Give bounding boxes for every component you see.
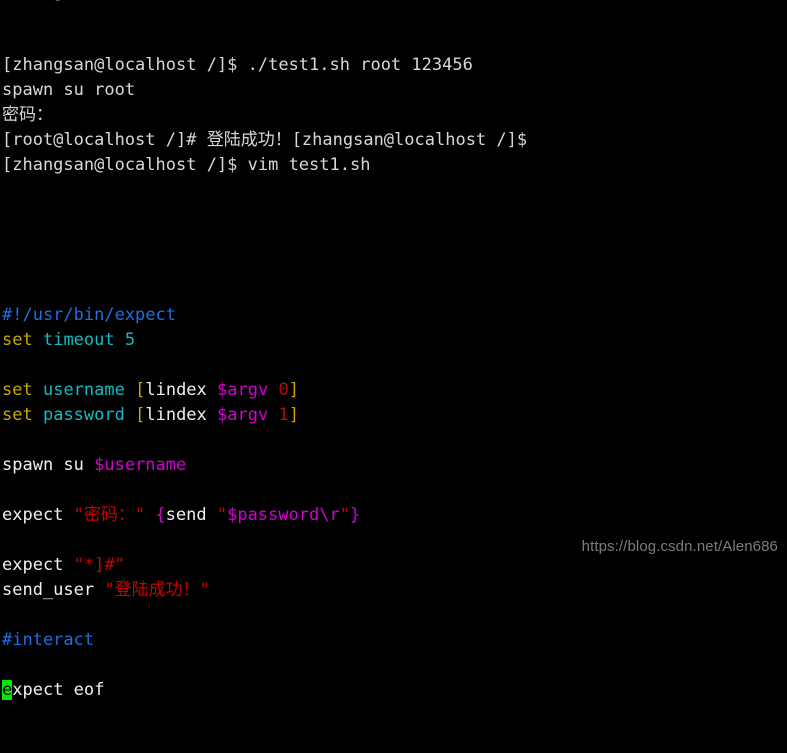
script-line[interactable]: set timeout 5 [0,328,787,353]
terminal-output-line: [zhangsan@localhost /]$ vim test1.sh [2,155,371,175]
code-token: set [2,405,33,425]
terminal-rows: [zhangsan@localhost /]$ ./test1.sh root … [0,3,787,753]
script-line[interactable] [0,428,787,453]
spacer-row [0,228,787,253]
script-line[interactable]: expect "密码：" {send "$password\r"} [0,503,787,528]
terminal-output-line: [root@localhost /]# 登陆成功！[zhangsan@local… [2,130,528,150]
code-token: " [339,505,350,525]
code-token: "密码：" [73,505,146,525]
code-token: [ [135,405,146,425]
code-token: ] [288,380,299,400]
script-line[interactable] [0,653,787,678]
code-token: xpect eof [12,680,105,700]
code-token: " [216,505,228,525]
code-token: $password [227,505,320,525]
shell-session-output: [zhangsan@localhost /]$ ./test1.sh root … [0,53,787,178]
terminal-output-line: 密码： [2,105,53,125]
script-line[interactable] [0,353,787,378]
code-token: { [155,505,166,525]
code-token: #!/usr/bin/expect [2,305,176,325]
script-line[interactable]: #interact [0,628,787,653]
vim-script-buffer[interactable]: #!/usr/bin/expect set timeout 5 set usern… [0,303,787,703]
code-token: "登陆成功！" [104,580,210,600]
script-line[interactable] [0,603,787,628]
code-token: \r [319,505,340,525]
terminal-output-line: spawn su root [2,80,136,100]
code-token: $argv [217,380,269,400]
code-token: set [2,330,33,350]
script-line[interactable]: set username [lindex $argv 0] [0,378,787,403]
script-line[interactable] [0,478,787,503]
code-token: expect [2,505,74,525]
code-token: send_user [2,580,105,600]
text-cursor: e [2,680,13,700]
code-token: } [349,505,361,525]
terminal-window[interactable]: [zhangsan@localhost /]$ clear [zhangsan@… [0,0,787,700]
code-token: "*]#" [73,555,125,575]
code-token: 1 [278,405,289,425]
code-token: password [42,405,125,425]
script-line[interactable]: expect eof [0,678,787,703]
code-token: spawn su [2,455,95,475]
terminal-output-line: [zhangsan@localhost /]$ ./test1.sh root … [2,55,473,75]
script-line[interactable]: spawn su $username [0,453,787,478]
script-line[interactable]: set password [lindex $argv 1] [0,403,787,428]
watermark-url: https://blog.csdn.net/Alen686 [581,538,778,555]
code-token: lindex [145,405,207,425]
code-token: $argv [217,405,269,425]
code-token: send [165,505,207,525]
script-line[interactable]: #!/usr/bin/expect [0,303,787,328]
code-token: ] [288,405,299,425]
script-line[interactable]: send_user "登陆成功！" [0,578,787,603]
code-token: timeout 5 [42,330,136,350]
code-token: username [42,380,125,400]
code-token: #interact [2,630,95,650]
code-token: lindex [145,380,207,400]
code-token: 0 [278,380,289,400]
code-token: $username [94,455,187,475]
code-token: [ [135,380,146,400]
code-token: expect [2,555,74,575]
code-token: set [2,380,33,400]
